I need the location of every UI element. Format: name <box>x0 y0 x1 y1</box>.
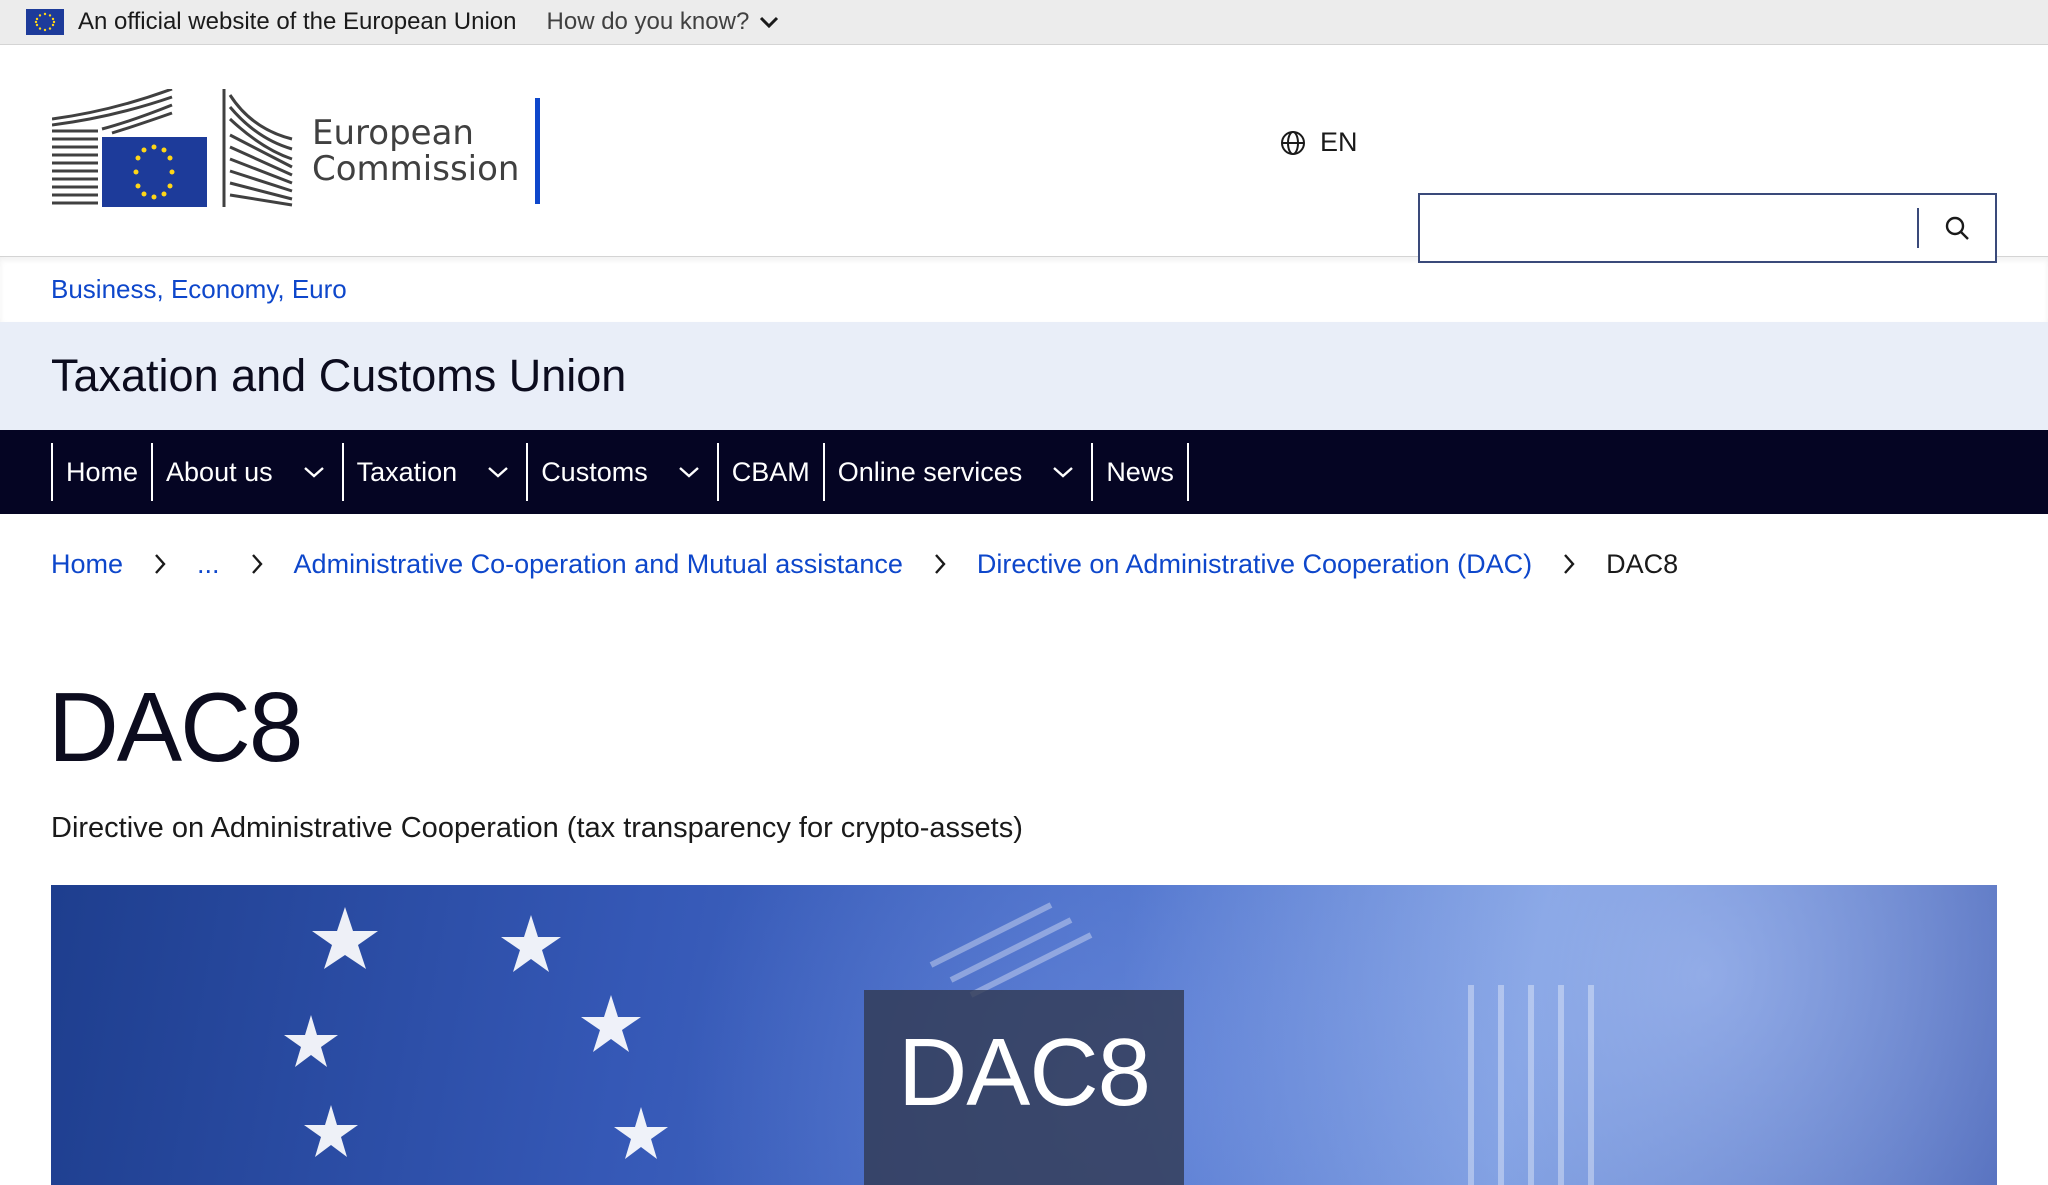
hero-dac8-label: DAC8 <box>864 990 1184 1185</box>
logo-accent-bar <box>535 97 541 204</box>
breadcrumb-home[interactable]: Home <box>51 549 123 580</box>
nav-item-home[interactable]: Home <box>51 443 151 501</box>
nav-item-online-services[interactable]: Online services <box>822 443 1092 501</box>
search-box <box>1418 193 1997 263</box>
logo-line-commission: Commission <box>312 148 520 189</box>
search-input[interactable] <box>1420 195 1917 261</box>
nav-item-news[interactable]: News <box>1091 443 1189 501</box>
hero-label-text: DAC8 <box>897 1019 1151 1126</box>
chevron-down-icon <box>303 467 324 478</box>
nav-label: About us <box>166 456 273 487</box>
logo-wordmark: European Commission <box>312 115 519 187</box>
language-code: EN <box>1320 127 1358 157</box>
breadcrumb-dac-directive[interactable]: Directive on Administrative Cooperation … <box>977 549 1532 580</box>
chevron-down-icon <box>488 467 508 478</box>
chevron-down-icon <box>760 16 779 29</box>
chevron-right-icon <box>250 553 264 575</box>
globe-icon <box>1281 130 1305 155</box>
eu-flag-icon <box>26 9 64 35</box>
breadcrumb-current: DAC8 <box>1606 548 1679 579</box>
search-button[interactable] <box>1919 195 1995 261</box>
search-icon <box>1945 216 1969 240</box>
nav-item-taxation[interactable]: Taxation <box>341 443 527 501</box>
page-title: DAC8 <box>48 672 303 782</box>
site-title-band: Taxation and Customs Union <box>0 322 2048 430</box>
site-header: European Commission EN <box>0 45 2048 263</box>
nav-label: Customs <box>541 456 648 487</box>
nav-label: Online services <box>837 456 1023 487</box>
nav-item-about-us[interactable]: About us <box>151 443 342 501</box>
breadcrumb: Home ... Administrative Co-operation and… <box>0 514 2048 614</box>
nav-label: Home <box>66 456 139 487</box>
nav-item-customs[interactable]: Customs <box>526 443 717 501</box>
nav-item-cbam[interactable]: CBAM <box>716 443 823 501</box>
logo-line-european: European <box>312 112 474 153</box>
how-do-you-know-toggle[interactable]: How do you know? <box>547 8 780 36</box>
european-commission-logo[interactable]: European Commission <box>52 88 541 213</box>
chevron-right-icon <box>933 553 947 575</box>
hero-image: DAC8 <box>51 885 1997 1185</box>
chevron-right-icon <box>1562 553 1576 575</box>
chevron-down-icon <box>678 467 699 478</box>
breadcrumb-admin-cooperation[interactable]: Administrative Co-operation and Mutual a… <box>294 549 903 580</box>
ec-building-logo-icon <box>52 88 293 207</box>
chevron-down-icon <box>1053 467 1074 478</box>
main-navigation: Home About us Taxation Customs CBAM Onli… <box>0 430 2048 514</box>
official-eu-banner: An official website of the European Unio… <box>0 0 2048 45</box>
nav-label: News <box>1106 456 1174 487</box>
nav-label: Taxation <box>356 456 458 487</box>
official-banner-text: An official website of the European Unio… <box>78 8 517 35</box>
site-title[interactable]: Taxation and Customs Union <box>51 350 626 402</box>
how-do-you-know-label: How do you know? <box>546 8 750 35</box>
nav-label: CBAM <box>731 456 810 487</box>
page-description: Directive on Administrative Cooperation … <box>51 812 1023 844</box>
language-selector[interactable]: EN <box>1280 127 1358 158</box>
chevron-right-icon <box>153 553 167 575</box>
site-context-link-row: Business, Economy, Euro <box>0 257 2048 322</box>
business-economy-euro-link[interactable]: Business, Economy, Euro <box>51 274 347 305</box>
breadcrumb-ellipsis[interactable]: ... <box>197 549 220 580</box>
